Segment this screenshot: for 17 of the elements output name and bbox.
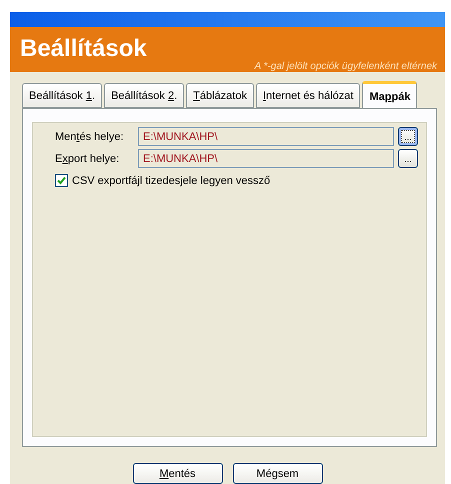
path-field[interactable]: E:\MUNKA\HP\ (138, 127, 394, 146)
tab[interactable]: Beállítások 1. (22, 83, 102, 108)
path-field[interactable]: E:\MUNKA\HP\ (138, 149, 394, 168)
field-label: Export helye: (54, 152, 120, 165)
checkbox-label: CSV exportfájl tizedesjele legyen vessző (72, 174, 270, 187)
header-note: A *-gal jelölt opciók ügyfelenként eltérnek (254, 61, 437, 72)
tab[interactable]: Beállítások 2. (104, 83, 184, 108)
browse-button[interactable]: ... (398, 127, 418, 146)
cancel-button[interactable]: Mégsem (232, 463, 322, 484)
page-title: Beállítások (20, 35, 148, 64)
save-button[interactable]: Mentés (132, 463, 222, 484)
browse-button[interactable]: ... (398, 149, 418, 168)
checkbox[interactable] (55, 174, 68, 188)
tab[interactable]: Táblázatok (186, 83, 254, 108)
field-label: Mentés helye: (54, 130, 124, 143)
tab[interactable]: Internet és hálózat (256, 83, 360, 108)
tab[interactable]: Mappák (362, 81, 418, 110)
